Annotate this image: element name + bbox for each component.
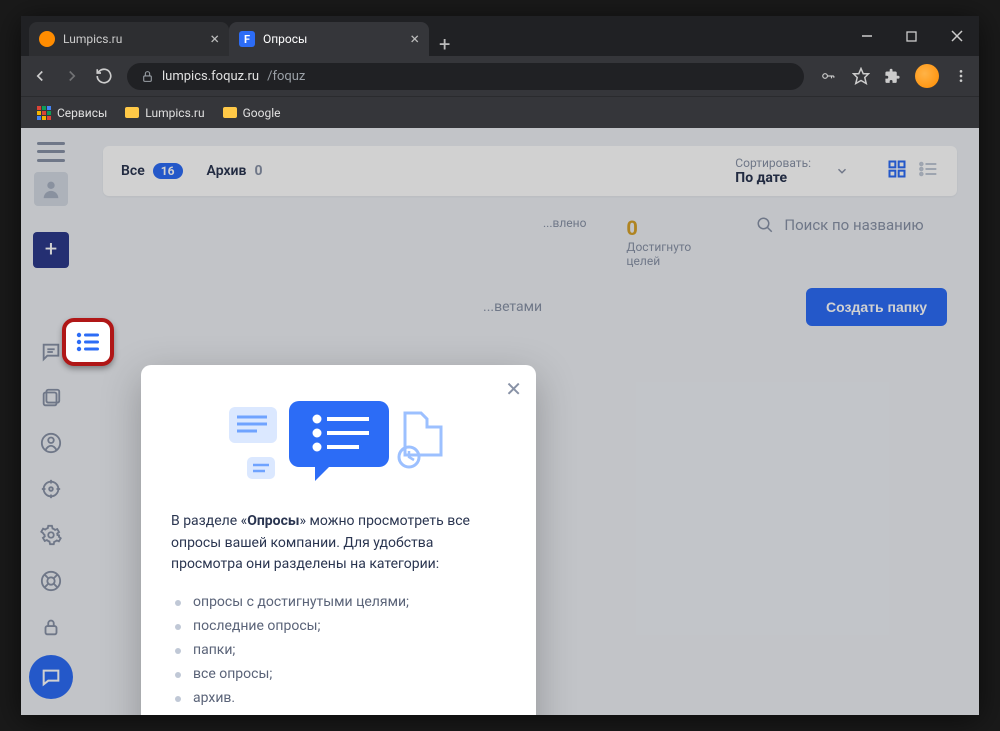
close-button[interactable] bbox=[934, 16, 979, 56]
list-item: все опросы; bbox=[171, 662, 506, 686]
bookmark-label: Сервисы bbox=[57, 106, 107, 120]
bookmark-label: Lumpics.ru bbox=[145, 106, 204, 120]
address-bar[interactable]: lumpics.foquz.ru/foquz bbox=[127, 63, 804, 90]
url-path: /foquz bbox=[267, 69, 305, 84]
list-item: папки; bbox=[171, 638, 506, 662]
apps-grid-icon bbox=[37, 106, 51, 120]
list-item: опросы с достигнутыми целями; bbox=[171, 590, 506, 614]
onboarding-modal: ✕ bbox=[141, 365, 536, 715]
reload-button[interactable] bbox=[95, 67, 113, 85]
list-item: архив. bbox=[171, 686, 506, 710]
browser-tab-foquz[interactable]: F Опросы × bbox=[229, 22, 429, 56]
bookmark-lumpics[interactable]: Lumpics.ru bbox=[125, 106, 204, 120]
tab-close-icon[interactable]: × bbox=[210, 31, 219, 47]
folder-icon bbox=[125, 107, 139, 118]
bookmark-google[interactable]: Google bbox=[223, 106, 281, 120]
tab-title: Опросы bbox=[263, 32, 307, 46]
tab-favicon: F bbox=[239, 31, 255, 47]
extensions-icon[interactable] bbox=[884, 68, 901, 85]
maximize-button[interactable] bbox=[889, 16, 934, 56]
back-button[interactable] bbox=[31, 67, 49, 85]
app-viewport: + Все 16 Архив 0 Сортиро bbox=[21, 128, 979, 715]
titlebar: Lumpics.ru × F Опросы × + bbox=[21, 16, 979, 56]
sidebar-item-surveys-highlight[interactable] bbox=[62, 318, 114, 366]
bookmark-star-icon[interactable] bbox=[852, 67, 870, 85]
modal-close-button[interactable]: ✕ bbox=[505, 377, 522, 402]
tab-close-icon[interactable]: × bbox=[410, 31, 419, 47]
modal-illustration bbox=[171, 389, 506, 499]
tab-favicon bbox=[39, 31, 55, 47]
folder-icon bbox=[223, 107, 237, 118]
browser-window: Lumpics.ru × F Опросы × + lumpics.foquz.… bbox=[21, 16, 979, 715]
key-icon[interactable] bbox=[818, 69, 838, 83]
list-item: последние опросы; bbox=[171, 614, 506, 638]
window-controls bbox=[844, 16, 979, 56]
profile-avatar[interactable] bbox=[915, 64, 939, 88]
minimize-button[interactable] bbox=[844, 16, 889, 56]
browser-tab-lumpics[interactable]: Lumpics.ru × bbox=[29, 22, 229, 56]
tab-title: Lumpics.ru bbox=[63, 32, 122, 46]
tabs-strip: Lumpics.ru × F Опросы × + bbox=[21, 16, 844, 56]
bookmark-services[interactable]: Сервисы bbox=[37, 106, 107, 120]
bookmark-label: Google bbox=[243, 106, 281, 120]
url-host: lumpics.foquz.ru bbox=[162, 69, 259, 84]
bookmarks-bar: Сервисы Lumpics.ru Google bbox=[21, 96, 979, 128]
new-tab-button[interactable]: + bbox=[429, 32, 460, 56]
modal-bullet-list: опросы с достигнутыми целями; последние … bbox=[171, 590, 506, 710]
modal-description: В разделе «Опросы» можно просмотреть все… bbox=[171, 511, 506, 576]
menu-icon[interactable] bbox=[953, 68, 969, 84]
lock-icon bbox=[141, 70, 154, 83]
browser-toolbar: lumpics.foquz.ru/foquz bbox=[21, 56, 979, 96]
forward-button[interactable] bbox=[63, 67, 81, 85]
